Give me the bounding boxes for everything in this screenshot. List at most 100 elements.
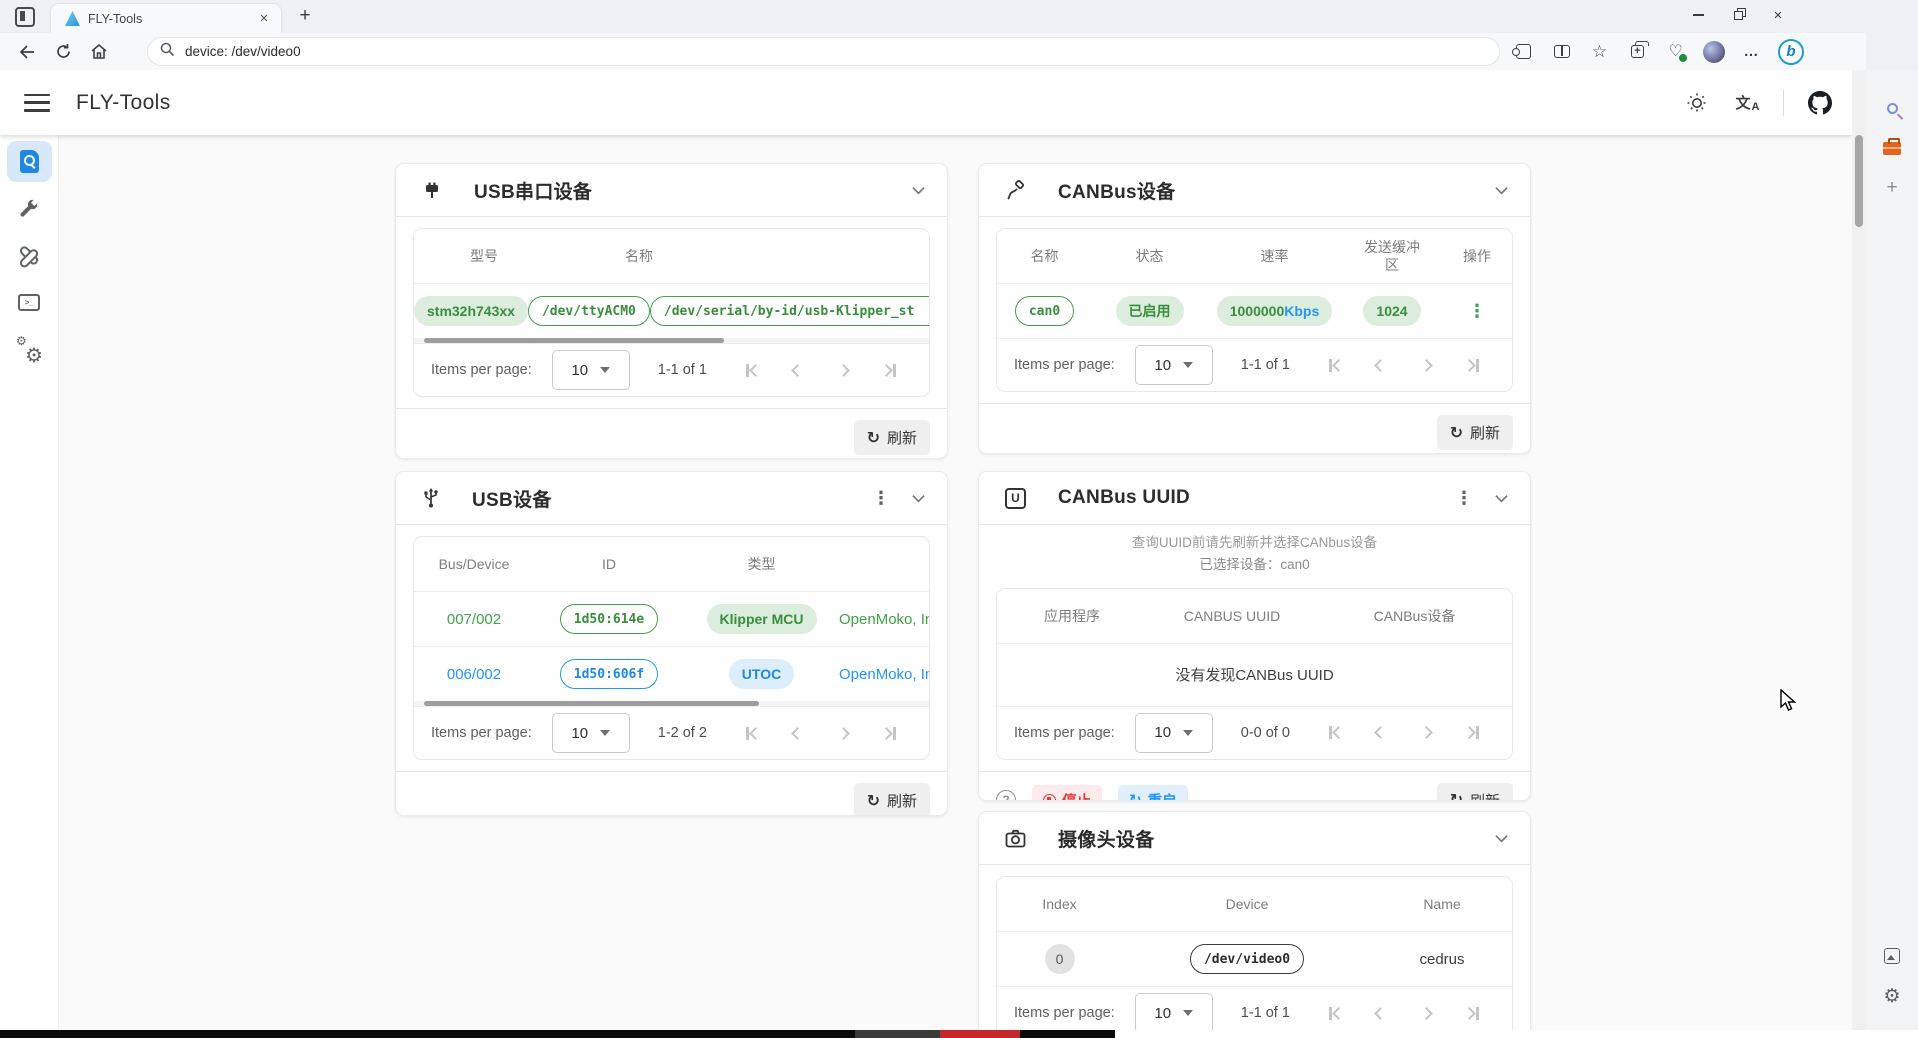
page-scrollbar[interactable] <box>1852 70 1866 1030</box>
card-menu-icon[interactable]: ⋮ <box>858 489 904 507</box>
profile-avatar[interactable] <box>1702 40 1725 63</box>
usb-type-chip: Klipper MCU <box>707 604 817 634</box>
page-size-select[interactable]: 10 <box>1135 993 1213 1030</box>
help-icon[interactable]: ? <box>996 790 1016 801</box>
fly-tools-app: FLY-Tools 文A <box>0 70 1852 1030</box>
last-page-button[interactable] <box>867 718 913 748</box>
pagination: Items per page: 10 1-2 of 2 <box>414 706 929 759</box>
previous-page-button[interactable] <box>1358 718 1404 748</box>
collections-icon[interactable] <box>1626 40 1649 63</box>
uuid-hint: 查询UUID前请先刷新并选择CANbus设备 已选择设备：can0 <box>979 525 1530 577</box>
browser-essentials-icon[interactable]: ♡ <box>1664 40 1687 63</box>
extensions-icon[interactable] <box>1512 40 1535 63</box>
next-page-button[interactable] <box>1404 350 1450 380</box>
last-page-button[interactable] <box>867 355 913 385</box>
tab-strip: FLY-Tools ✕ + ✕ <box>0 0 1918 33</box>
nav-device-search[interactable] <box>7 141 52 182</box>
nav-settings[interactable]: ⚙⚙ <box>7 329 52 370</box>
search-icon <box>160 42 175 62</box>
first-page-button[interactable] <box>1312 998 1358 1028</box>
horizontal-scrollbar[interactable] <box>414 701 929 706</box>
toolbar-right-icons: ☆ ♡ … b <box>1512 36 1804 67</box>
refresh-button[interactable]: ↻ 刷新 <box>1437 415 1513 450</box>
bus-device: 006/002 <box>414 666 534 683</box>
next-page-button[interactable] <box>821 355 867 385</box>
scrollbar-thumb[interactable] <box>1855 135 1863 227</box>
github-icon[interactable] <box>1806 89 1834 117</box>
chevron-down-icon[interactable] <box>912 492 925 505</box>
canbus-uuid-table: 应用程序 CANBUS UUID CANBus设备 没有发现CANBus UUI… <box>996 588 1513 760</box>
chevron-down-icon[interactable] <box>1495 492 1508 505</box>
tab-actions-menu-icon[interactable] <box>15 7 35 27</box>
column-header: 应用程序 <box>997 606 1147 626</box>
first-page-button[interactable] <box>729 355 775 385</box>
previous-page-button[interactable] <box>1358 998 1404 1028</box>
nav-tools[interactable] <box>7 188 52 229</box>
translate-icon[interactable]: 文A <box>1733 89 1761 117</box>
first-page-button[interactable] <box>1312 718 1358 748</box>
stop-button[interactable]: 停止 <box>1032 785 1102 801</box>
sidebar-office-icon[interactable] <box>1866 128 1918 168</box>
restart-button[interactable]: ↻ 重启 <box>1118 785 1188 801</box>
previous-page-button[interactable] <box>775 718 821 748</box>
refresh-button[interactable]: ↻ 刷新 <box>1437 783 1513 801</box>
page-range: 1-1 of 1 <box>1241 357 1290 373</box>
row-actions-icon[interactable]: ⋮ <box>1468 302 1486 320</box>
tab-close-icon[interactable]: ✕ <box>255 10 273 28</box>
previous-page-button[interactable] <box>1358 350 1404 380</box>
bandage-icon <box>18 245 40 267</box>
back-icon[interactable] <box>12 37 42 67</box>
browser-tab[interactable]: FLY-Tools ✕ <box>51 4 281 33</box>
chevron-down-icon[interactable] <box>1495 184 1508 197</box>
next-page-button[interactable] <box>821 718 867 748</box>
refresh-page-icon[interactable] <box>48 37 78 67</box>
first-page-button[interactable] <box>1312 350 1358 380</box>
previous-page-button[interactable] <box>775 355 821 385</box>
column-header: 操作 <box>1442 246 1512 266</box>
refresh-button[interactable]: ↻ 刷新 <box>854 420 930 455</box>
sidebar-settings-icon[interactable]: ⚙ <box>1866 976 1918 1016</box>
window-close-button[interactable]: ✕ <box>1758 0 1798 30</box>
bing-copilot-icon[interactable]: b <box>1778 39 1804 65</box>
home-icon[interactable] <box>84 37 114 67</box>
window-restore-button[interactable] <box>1718 0 1758 30</box>
settings-more-icon[interactable]: … <box>1740 40 1763 63</box>
chevron-down-icon[interactable] <box>1495 832 1508 845</box>
sidebar-search-icon[interactable] <box>1866 88 1918 128</box>
sidebar-add-icon[interactable]: + <box>1866 168 1918 208</box>
sidebar-screenshot-icon[interactable] <box>1866 936 1918 976</box>
last-page-button[interactable] <box>1450 998 1496 1028</box>
horizontal-scrollbar[interactable] <box>414 338 929 343</box>
empty-message: 没有发现CANBus UUID <box>997 643 1512 706</box>
pagination: Items per page: 10 0-0 of 0 <box>997 706 1512 759</box>
card-menu-icon[interactable]: ⋮ <box>1441 489 1487 507</box>
column-header: CANBus设备 <box>1317 606 1512 626</box>
new-tab-button[interactable]: + <box>292 3 318 29</box>
last-page-button[interactable] <box>1450 718 1496 748</box>
first-page-button[interactable] <box>729 718 775 748</box>
restart-icon: ↻ <box>1129 791 1142 801</box>
theme-toggle-icon[interactable] <box>1683 89 1711 117</box>
nav-repair[interactable] <box>7 235 52 276</box>
refresh-button[interactable]: ↻ 刷新 <box>854 783 930 816</box>
items-per-page-label: Items per page: <box>431 362 532 378</box>
bus-device: 007/002 <box>414 611 534 628</box>
address-bar[interactable]: device: /dev/video0 <box>147 37 1500 66</box>
page-size-select[interactable]: 10 <box>1135 345 1213 385</box>
menu-hamburger-icon[interactable] <box>24 94 50 112</box>
table-row: 0 /dev/video0 cedrus <box>997 931 1512 986</box>
favorites-icon[interactable]: ☆ <box>1588 40 1611 63</box>
split-screen-icon[interactable] <box>1550 40 1573 63</box>
page-size-select[interactable]: 10 <box>552 713 630 753</box>
next-page-button[interactable] <box>1404 998 1450 1028</box>
window-minimize-button[interactable] <box>1678 0 1718 30</box>
page-size-select[interactable]: 10 <box>552 350 630 390</box>
column-header: Index <box>997 896 1122 912</box>
chevron-down-icon[interactable] <box>912 184 925 197</box>
page-size-select[interactable]: 10 <box>1135 713 1213 753</box>
status-chip: 已启用 <box>1116 296 1184 326</box>
next-page-button[interactable] <box>1404 718 1450 748</box>
last-page-button[interactable] <box>1450 350 1496 380</box>
nav-terminal[interactable]: >_ <box>7 282 52 323</box>
uuid-box-icon: U <box>1005 488 1026 509</box>
